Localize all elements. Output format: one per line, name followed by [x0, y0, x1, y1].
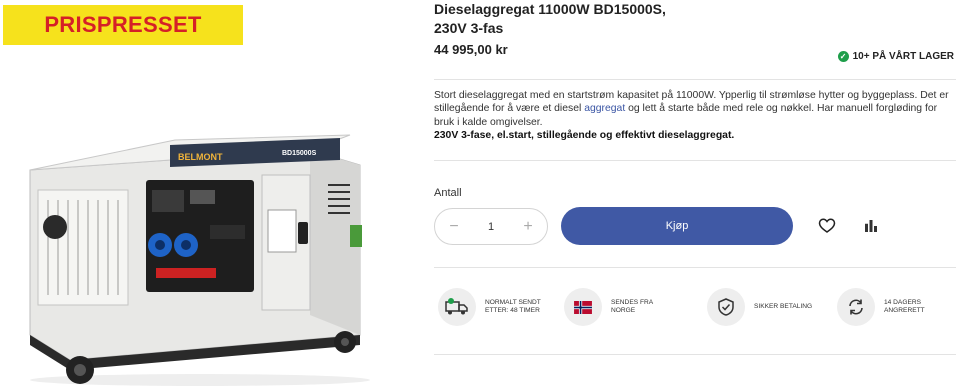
quantity-stepper: − 1 + — [434, 208, 548, 245]
feature-returns-text: 14 DAGERS ANGRERETT — [884, 299, 954, 315]
feature-shipping-text: NORMALT SENDT ETTER: 48 TIMER — [485, 299, 555, 315]
norway-flag-icon — [564, 288, 602, 326]
quantity-input[interactable]: 1 — [488, 221, 494, 233]
decrease-quantity-button[interactable]: − — [445, 218, 463, 236]
feature-shipping: NORMALT SENDT ETTER: 48 TIMER — [438, 288, 555, 326]
product-description: Stort dieselaggregat med en startstrøm k… — [434, 89, 956, 143]
quantity-label: Antall — [434, 187, 462, 199]
divider — [434, 267, 956, 268]
compare-icon[interactable] — [862, 217, 880, 235]
sale-badge: PRISPRESSET — [3, 5, 243, 45]
product-image[interactable]: BELMONT BD15000S — [10, 130, 390, 391]
shield-check-icon — [707, 288, 745, 326]
increase-quantity-button[interactable]: + — [519, 218, 537, 236]
feature-line: SIKKER BETALING — [754, 303, 813, 310]
stock-status-text: 10+ PÅ VÅRT LAGER — [852, 51, 954, 62]
feature-line: SENDES FRA — [611, 299, 654, 306]
brand-text: BELMONT — [178, 152, 223, 162]
product-details: Dieselaggregat 11000W BD15000S, 230V 3-f… — [434, 0, 956, 391]
refresh-icon — [837, 288, 875, 326]
divider — [434, 160, 956, 161]
heart-icon[interactable] — [818, 217, 836, 235]
feature-line: NORMALT SENDT — [485, 299, 541, 306]
product-title-line1: Dieselaggregat 11000W BD15000S, — [434, 1, 666, 17]
product-gallery: PRISPRESSET BELMONT BD15000S — [0, 0, 410, 391]
feature-origin-text: SENDES FRA NORGE — [611, 299, 681, 315]
model-text: BD15000S — [282, 150, 317, 157]
truck-icon — [438, 288, 476, 326]
product-title-line2: 230V 3-fas — [434, 20, 504, 36]
check-circle-icon: ✓ — [837, 51, 849, 62]
feature-payment-text: SIKKER BETALING — [754, 303, 824, 311]
divider — [434, 354, 956, 355]
description-highlight: 230V 3-fase, el.start, stillegående og e… — [434, 130, 735, 142]
stock-status: ✓ 10+ PÅ VÅRT LAGER — [837, 51, 954, 62]
buy-button[interactable]: Kjøp — [561, 207, 793, 245]
product-title: Dieselaggregat 11000W BD15000S, 230V 3-f… — [434, 0, 834, 38]
feature-line: ANGRERETT — [884, 307, 925, 314]
aggregat-link[interactable]: aggregat — [584, 103, 625, 114]
feature-list: NORMALT SENDT ETTER: 48 TIMER SENDES FRA… — [434, 288, 956, 332]
feature-origin: SENDES FRA NORGE — [564, 288, 681, 326]
feature-line: ETTER: 48 TIMER — [485, 307, 540, 314]
feature-line: NORGE — [611, 307, 636, 314]
feature-line: 14 DAGERS — [884, 299, 922, 306]
divider — [434, 79, 956, 80]
feature-payment: SIKKER BETALING — [707, 288, 824, 326]
feature-returns: 14 DAGERS ANGRERETT — [837, 288, 954, 326]
product-price: 44 995,00 kr — [434, 42, 508, 57]
